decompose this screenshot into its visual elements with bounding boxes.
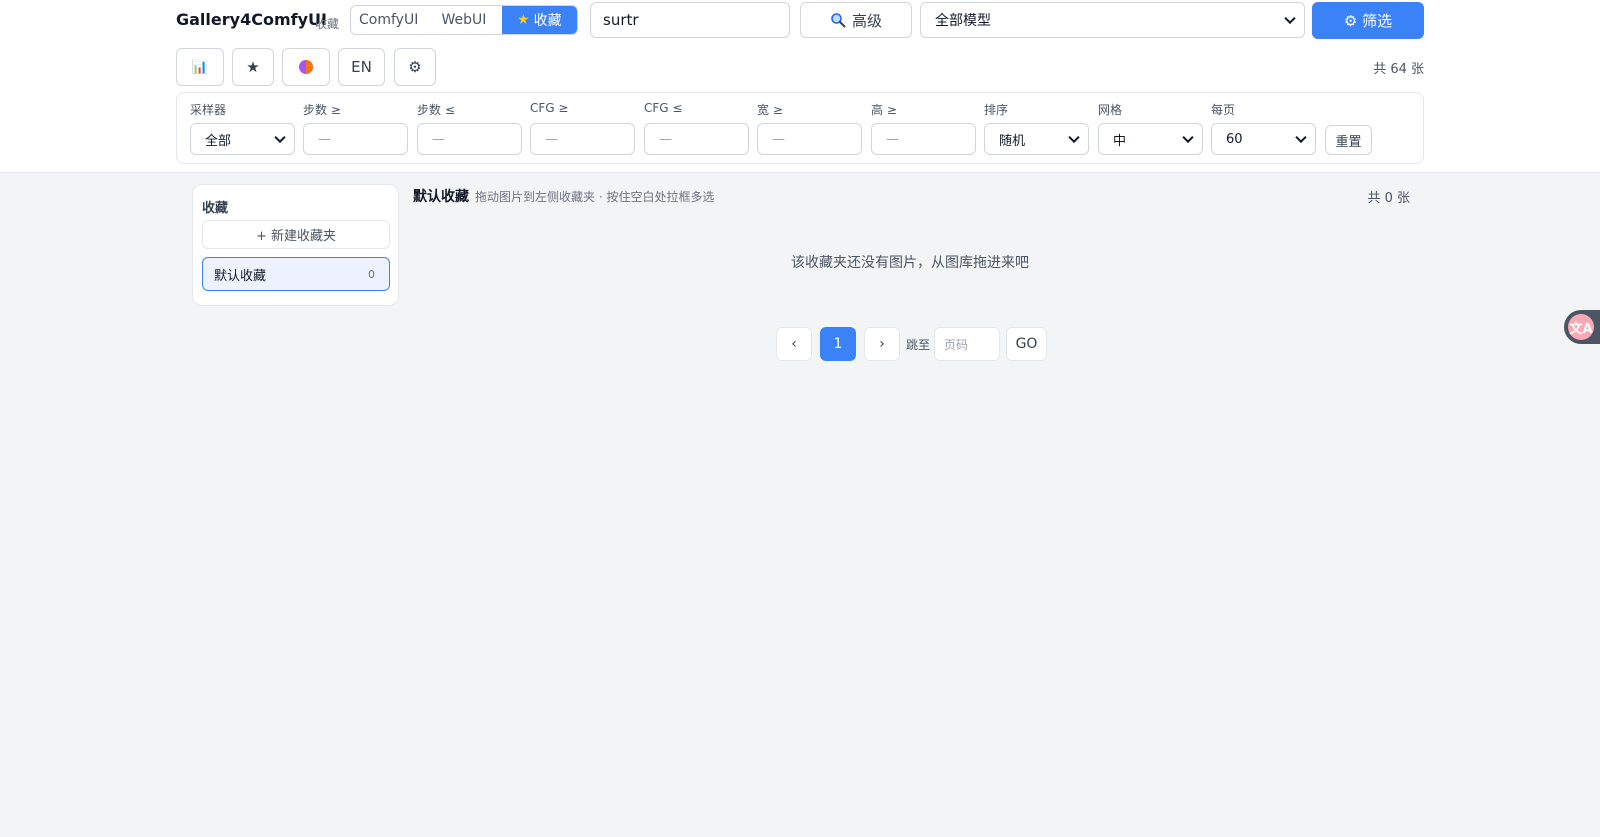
sampler-label: 采样器 <box>190 103 227 117</box>
source-tab-webui[interactable]: WebUI <box>426 6 501 34</box>
filter-panel: 采样器 全部 步数 ≥ — 步数 ≤ — CFG ≥ — CFG ≤ — 宽 ≥… <box>176 92 1424 164</box>
source-switch: ComfyUI WebUI ★ 收藏 <box>350 5 578 35</box>
reset-button[interactable]: 重置 <box>1325 125 1372 155</box>
favorites-button[interactable]: ★ <box>232 48 274 86</box>
cfg-max-label: CFG ≤ <box>644 101 683 115</box>
sampler-filter: 采样器 全部 <box>190 101 295 155</box>
settings-button[interactable]: ⚙ <box>394 48 436 86</box>
per-page-select[interactable]: 60 <box>1211 123 1316 155</box>
sampler-select[interactable]: 全部 <box>190 123 295 155</box>
jump-label: 跳至 <box>906 338 931 352</box>
stats-button[interactable]: 📊 <box>176 48 224 86</box>
prev-page-button[interactable]: ‹ <box>776 327 812 361</box>
settings-icon: ⚙ <box>408 58 422 76</box>
total-count: 共 64 张 <box>1373 62 1424 77</box>
grid-select[interactable]: 中 <box>1098 123 1203 155</box>
folder-hint: 拖动图片到左侧收藏夹 · 按住空白处拉框多选 <box>475 190 715 204</box>
source-tab-favorites[interactable]: ★ 收藏 <box>501 6 577 34</box>
sort-select[interactable]: 随机 <box>984 123 1089 155</box>
app-title: Gallery4ComfyUI <box>176 10 327 29</box>
folder-title: 默认收藏 <box>413 189 469 205</box>
height-min-input[interactable]: — <box>871 123 976 155</box>
translate-icon: 文A <box>1568 314 1594 340</box>
sort-label: 排序 <box>984 103 1009 117</box>
cfg-min-filter: CFG ≥ — <box>530 101 635 155</box>
theme-toggle-button[interactable] <box>282 48 330 86</box>
filter-button[interactable]: ⚙ 筛选 <box>1312 2 1424 39</box>
bar-chart-icon: 📊 <box>191 59 209 75</box>
cfg-min-label: CFG ≥ <box>530 101 569 115</box>
steps-max-input[interactable]: — <box>417 123 522 155</box>
theme-icon <box>299 60 313 74</box>
star-icon: ★ <box>246 58 260 76</box>
app-subtitle: 收藏 <box>315 17 340 31</box>
height-min-filter: 高 ≥ — <box>871 101 976 155</box>
top-bar: Gallery4ComfyUI 收藏 ComfyUI WebUI ★ 收藏 su… <box>0 0 1600 173</box>
chevron-down-icon <box>1182 131 1194 144</box>
sidebar-title: 收藏 <box>202 201 229 216</box>
page-button-current[interactable]: 1 <box>820 327 856 361</box>
per-page-label: 每页 <box>1211 103 1236 117</box>
source-tab-comfyui[interactable]: ComfyUI <box>351 6 426 34</box>
width-min-label: 宽 ≥ <box>757 103 783 117</box>
chevron-down-icon <box>1284 12 1296 25</box>
height-min-label: 高 ≥ <box>871 103 897 117</box>
steps-min-filter: 步数 ≥ — <box>303 101 408 155</box>
advanced-search-button[interactable]: 高级 <box>800 2 912 38</box>
magnifier-icon <box>831 13 846 28</box>
grid-label: 网格 <box>1098 103 1123 117</box>
cfg-max-input[interactable]: — <box>644 123 749 155</box>
chevron-down-icon <box>1068 131 1080 144</box>
new-folder-button[interactable]: + 新建收藏夹 <box>202 220 390 249</box>
chevron-down-icon <box>1295 131 1307 144</box>
sort-filter: 排序 随机 <box>984 101 1089 155</box>
width-min-filter: 宽 ≥ — <box>757 101 862 155</box>
steps-max-label: 步数 ≤ <box>417 103 455 117</box>
chevron-down-icon <box>274 131 286 144</box>
model-select[interactable]: 全部模型 <box>920 2 1305 38</box>
per-page-value: 60 <box>1226 131 1243 147</box>
sampler-value: 全部 <box>205 133 232 149</box>
star-icon: ★ <box>517 12 530 28</box>
source-tab-favorites-label: 收藏 <box>533 13 562 29</box>
cfg-max-filter: CFG ≤ — <box>644 101 749 155</box>
go-button[interactable]: GO <box>1006 327 1047 361</box>
cfg-min-input[interactable]: — <box>530 123 635 155</box>
steps-max-filter: 步数 ≤ — <box>417 101 522 155</box>
width-min-input[interactable]: — <box>757 123 862 155</box>
next-page-button[interactable]: › <box>864 327 900 361</box>
steps-min-input[interactable]: — <box>303 123 408 155</box>
empty-message: 该收藏夹还没有图片，从图库拖进来吧 <box>791 255 1029 271</box>
favorites-sidebar: 收藏 + 新建收藏夹 默认收藏 0 <box>192 184 399 306</box>
sort-value: 随机 <box>999 133 1026 149</box>
grid-filter: 网格 中 <box>1098 101 1203 155</box>
grid-value: 中 <box>1113 133 1127 149</box>
folder-total: 共 0 张 <box>1367 191 1410 206</box>
advanced-search-label: 高级 <box>851 11 882 30</box>
steps-min-label: 步数 ≥ <box>303 103 341 117</box>
per-page-filter: 每页 60 <box>1211 101 1316 155</box>
translate-widget[interactable]: 文A <box>1564 310 1600 344</box>
language-toggle-button[interactable]: EN <box>338 48 385 86</box>
model-select-value: 全部模型 <box>935 13 991 29</box>
page-jump-input[interactable]: 页码 <box>934 327 1000 361</box>
search-input[interactable]: surtr <box>590 2 790 38</box>
